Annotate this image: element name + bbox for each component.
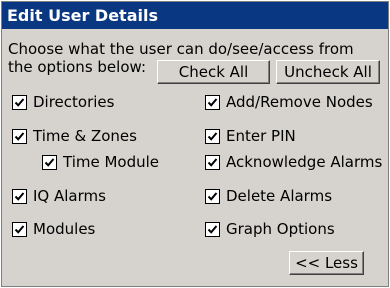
checkbox-label: Graph Options <box>226 220 335 238</box>
check-icon[interactable] <box>205 154 220 170</box>
checkbox-label: Time Module <box>63 153 160 171</box>
checkbox-label: Enter PIN <box>226 127 296 145</box>
checkbox-label: Acknowledge Alarms <box>226 153 383 171</box>
check-icon[interactable] <box>12 94 27 110</box>
edit-user-dialog: Edit User Details Choose what the user c… <box>1 1 389 287</box>
check-icon[interactable] <box>12 128 27 144</box>
check-icon[interactable] <box>12 221 27 237</box>
checkbox-label: Modules <box>33 220 96 238</box>
check-icon[interactable] <box>205 188 220 204</box>
checkbox-label: Add/Remove Nodes <box>226 93 373 111</box>
checkbox-label: IQ Alarms <box>33 187 106 205</box>
checkbox-graph-options[interactable]: Graph Options <box>205 219 335 239</box>
checkbox-delete-alarms[interactable]: Delete Alarms <box>205 186 332 206</box>
check-icon[interactable] <box>42 154 57 170</box>
checkbox-enter-pin[interactable]: Enter PIN <box>205 126 296 146</box>
check-icon[interactable] <box>205 94 220 110</box>
checkbox-time-zones[interactable]: Time & Zones <box>12 126 137 146</box>
check-all-button[interactable]: Check All <box>157 60 270 84</box>
checkbox-iq-alarms[interactable]: IQ Alarms <box>12 186 106 206</box>
checkbox-directories[interactable]: Directories <box>12 92 114 112</box>
check-icon[interactable] <box>205 221 220 237</box>
less-button[interactable]: << Less <box>289 251 364 275</box>
checkbox-acknowledge-alarms[interactable]: Acknowledge Alarms <box>205 152 382 172</box>
checkbox-label: Directories <box>33 93 115 111</box>
check-icon[interactable] <box>12 188 27 204</box>
checkbox-label: Time & Zones <box>33 127 137 145</box>
checkbox-label: Delete Alarms <box>226 187 333 205</box>
check-icon[interactable] <box>205 128 220 144</box>
checkbox-time-module[interactable]: Time Module <box>42 152 159 172</box>
uncheck-all-button[interactable]: Uncheck All <box>276 60 380 84</box>
dialog-title: Edit User Details <box>2 2 388 29</box>
checkbox-add-remove-nodes[interactable]: Add/Remove Nodes <box>205 92 373 112</box>
checkbox-modules[interactable]: Modules <box>12 219 95 239</box>
